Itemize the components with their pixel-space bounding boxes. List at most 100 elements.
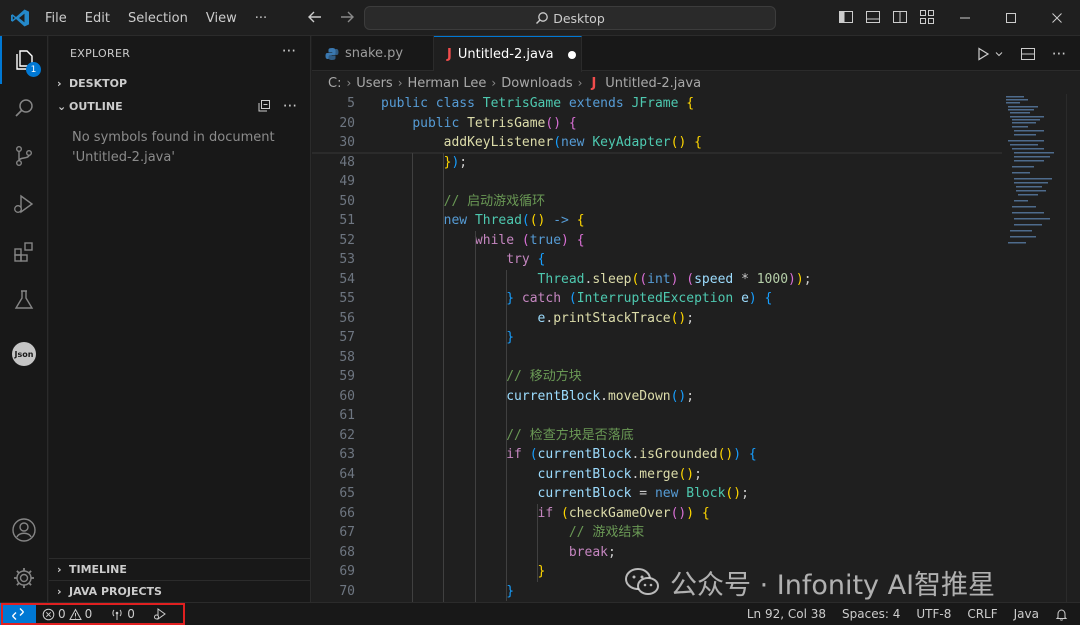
code-line[interactable]: 64 currentBlock.merge(); — [312, 465, 1002, 485]
watermark: 公众号 · Infonity AI智推星 — [624, 564, 995, 601]
line-source: addKeyListener(new KeyAdapter() { — [443, 135, 702, 150]
customize-layout-icon[interactable] — [919, 9, 935, 25]
section-outline[interactable]: ⌄ OUTLINE ··· — [49, 95, 311, 117]
activity-extensions[interactable] — [0, 228, 48, 276]
code-line[interactable]: 54 Thread.sleep((int) (speed * 1000)); — [312, 270, 1002, 290]
code-line[interactable]: 68 break; — [312, 543, 1002, 563]
line-number: 67 — [339, 525, 355, 540]
cursor-position[interactable]: Ln 92, Col 38 — [747, 607, 826, 621]
code-line[interactable]: 51 new Thread(() -> { — [312, 211, 1002, 231]
search-icon — [15, 99, 33, 117]
activity-testing[interactable] — [0, 276, 48, 324]
line-source: // 检查方块是否落底 — [506, 427, 634, 443]
back-arrow-icon[interactable] — [306, 8, 324, 26]
forward-arrow-icon[interactable] — [338, 8, 356, 26]
wechat-logo-icon — [625, 568, 659, 595]
toggle-panel-icon[interactable] — [865, 9, 881, 25]
section-java-projects[interactable]: › JAVA PROJECTS — [49, 580, 311, 602]
activity-manage[interactable] — [0, 554, 48, 602]
line-source: try { — [506, 252, 546, 267]
tab-untitled-2-java[interactable]: J Untitled-2.java — [434, 36, 582, 72]
chevron-right-icon: › — [57, 76, 62, 90]
toggle-primary-sidebar-icon[interactable] — [838, 9, 854, 25]
activity-source-control[interactable] — [0, 132, 48, 180]
line-number: 60 — [339, 388, 355, 404]
code-line[interactable]: 60 currentBlock.moveDown(); — [312, 387, 1002, 407]
outline-more-actions[interactable]: ··· — [283, 97, 297, 115]
unsaved-dot-icon[interactable] — [567, 50, 576, 59]
activity-json[interactable]: Json — [0, 330, 48, 378]
activity-explorer[interactable]: 1 — [0, 36, 48, 84]
section-desktop[interactable]: › DESKTOP — [49, 72, 311, 94]
toggle-secondary-sidebar-icon[interactable] — [892, 9, 908, 25]
editor-more-actions[interactable]: ··· — [1052, 45, 1066, 63]
code-line[interactable]: 56 e.printStackTrace(); — [312, 309, 1002, 329]
chevron-down-icon[interactable] — [994, 49, 1004, 59]
language-mode[interactable]: Java — [1014, 607, 1039, 621]
minimize-button[interactable] — [942, 0, 988, 36]
activity-run-debug[interactable] — [0, 180, 48, 228]
code-line[interactable]: 49 — [312, 172, 1002, 192]
code-line[interactable]: 5 public class TetrisGame extends JFrame … — [312, 94, 1002, 114]
line-source: // 启动游戏循环 — [443, 193, 546, 209]
breadcrumb-file[interactable]: Untitled-2.java — [605, 76, 701, 91]
minimap-preview — [1006, 96, 1054, 244]
split-editor-icon[interactable] — [1020, 46, 1036, 62]
menu-edit[interactable]: Edit — [76, 11, 119, 26]
close-button[interactable] — [1034, 0, 1080, 36]
code-line[interactable]: 50 // 启动游戏循环 — [312, 192, 1002, 212]
code-line[interactable]: 55 } catch (InterruptedException e) { — [312, 289, 1002, 309]
indentation[interactable]: Spaces: 4 — [842, 607, 900, 621]
activity-accounts[interactable] — [0, 506, 48, 554]
code-area[interactable]: 5 public class TetrisGame extends JFrame … — [312, 94, 1002, 602]
menu-file[interactable]: File — [36, 11, 76, 26]
maximize-icon — [1006, 13, 1016, 23]
code-line[interactable]: 62 // 检查方块是否落底 — [312, 426, 1002, 446]
line-endings[interactable]: CRLF — [967, 607, 997, 621]
code-line[interactable]: 48 }); — [312, 153, 1002, 173]
command-center-search[interactable]: Desktop — [364, 6, 776, 30]
breadcrumb-drive[interactable]: C: — [328, 76, 341, 91]
code-line[interactable]: 30 addKeyListener(new KeyAdapter() { — [312, 133, 1002, 153]
collapse-all-icon[interactable] — [257, 99, 271, 113]
line-number: 65 — [339, 486, 355, 501]
tab-snake-py[interactable]: snake.py — [312, 36, 434, 71]
extensions-icon — [14, 242, 33, 262]
code-line[interactable]: 63 if (currentBlock.isGrounded()) { — [312, 445, 1002, 465]
breadcrumb-users[interactable]: Users — [356, 76, 392, 91]
encoding[interactable]: UTF-8 — [916, 607, 951, 621]
code-line[interactable]: 52 while (true) { — [312, 231, 1002, 251]
menu-more[interactable]: ··· — [246, 11, 276, 26]
section-outline-label: OUTLINE — [69, 99, 123, 113]
bell-icon[interactable] — [1055, 608, 1068, 621]
minimap[interactable] — [1002, 94, 1066, 602]
maximize-button[interactable] — [988, 0, 1034, 36]
line-number: 62 — [339, 427, 355, 443]
line-source: Thread.sleep((int) (speed * 1000)); — [537, 271, 812, 287]
code-line[interactable]: 57 } — [312, 328, 1002, 348]
status-right: Ln 92, Col 38 Spaces: 4 UTF-8 CRLF Java — [747, 603, 1068, 625]
breadcrumb-downloads[interactable]: Downloads — [501, 76, 572, 91]
menu-view[interactable]: View — [197, 11, 246, 26]
line-number: 20 — [339, 115, 355, 131]
sidebar-more-actions[interactable]: ··· — [282, 42, 296, 60]
code-editor[interactable]: 5 public class TetrisGame extends JFrame … — [312, 94, 1080, 602]
code-line[interactable]: 20 public TetrisGame() { — [312, 113, 1002, 133]
breadcrumb-user[interactable]: Herman Lee — [408, 76, 487, 91]
indent-guide — [443, 152, 445, 602]
line-source: } — [537, 564, 546, 579]
menu-selection[interactable]: Selection — [119, 11, 197, 26]
account-icon — [12, 518, 36, 542]
run-icon[interactable] — [976, 47, 990, 61]
code-line[interactable]: 66 if (checkGameOver()) { — [312, 504, 1002, 524]
code-line[interactable]: 53 try { — [312, 250, 1002, 270]
line-source: public TetrisGame() { — [412, 115, 577, 131]
vertical-scrollbar[interactable] — [1066, 94, 1080, 602]
code-line[interactable]: 65 currentBlock = new Block(); — [312, 484, 1002, 504]
activity-search[interactable] — [0, 84, 48, 132]
code-line[interactable]: 67 // 游戏结束 — [312, 523, 1002, 543]
code-line[interactable]: 58 — [312, 348, 1002, 368]
section-timeline[interactable]: › TIMELINE — [49, 558, 311, 580]
code-line[interactable]: 61 — [312, 406, 1002, 426]
code-line[interactable]: 59 // 移动方块 — [312, 367, 1002, 387]
